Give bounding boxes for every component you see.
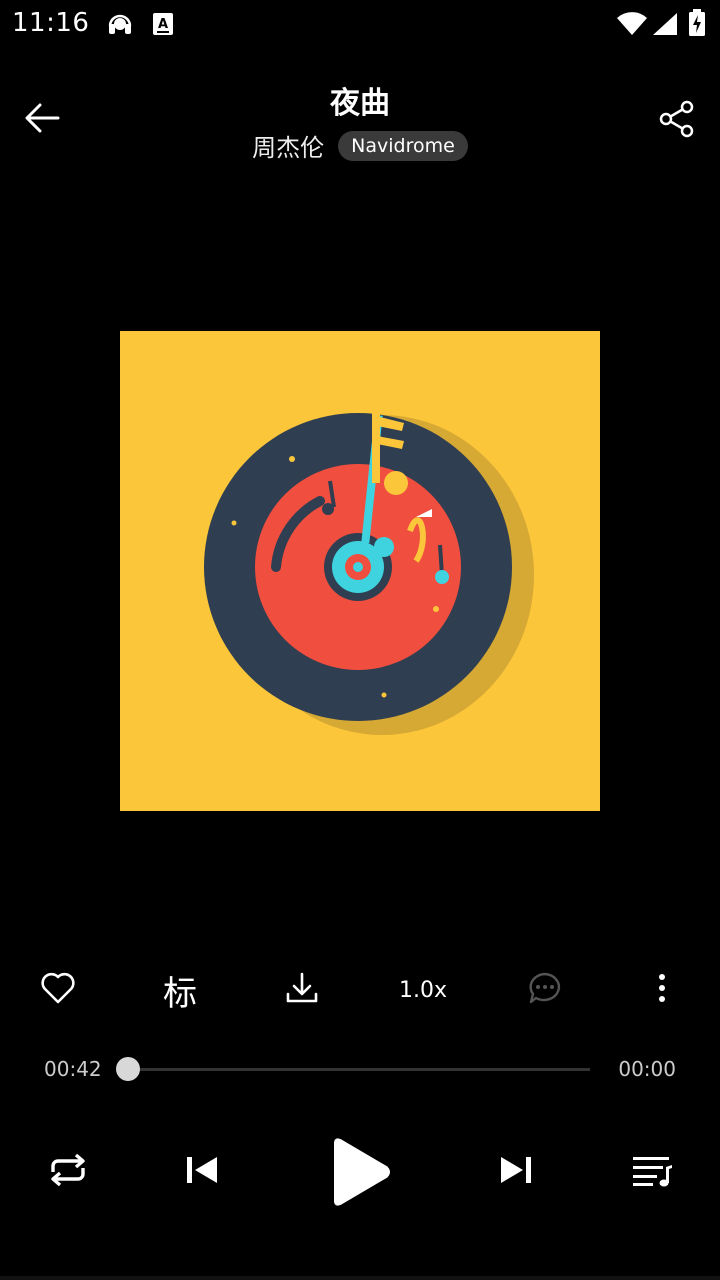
- player-header: 夜曲 周杰伦 Navidrome: [0, 60, 720, 180]
- comment-icon: [527, 971, 563, 1009]
- play-button[interactable]: [318, 1134, 402, 1214]
- playlist-icon: [631, 1153, 673, 1191]
- play-icon: [328, 1137, 392, 1211]
- next-button[interactable]: [490, 1148, 542, 1196]
- tag-label: 标: [163, 973, 197, 1014]
- headset-icon: [106, 10, 134, 42]
- navigation-bar: [0, 1276, 720, 1280]
- artist-name[interactable]: 周杰伦: [252, 128, 324, 163]
- speed-button[interactable]: 1.0x: [388, 958, 458, 1022]
- action-row: 标 1.0x: [0, 958, 720, 1022]
- signal-icon: [652, 12, 678, 40]
- album-cover: [120, 331, 600, 811]
- total-time: 00:00: [618, 1057, 676, 1081]
- tag-button[interactable]: 标: [150, 958, 210, 1022]
- repeat-button[interactable]: [38, 1148, 98, 1196]
- playlist-button[interactable]: [624, 1148, 680, 1196]
- speed-label: 1.0x: [398, 977, 447, 1003]
- keyboard-a-icon: A: [152, 12, 174, 40]
- favorite-button[interactable]: [28, 958, 88, 1022]
- current-time: 00:42: [44, 1057, 102, 1081]
- seek-bar[interactable]: [128, 1068, 590, 1071]
- download-button[interactable]: [272, 958, 332, 1022]
- download-icon: [284, 970, 320, 1010]
- seek-thumb[interactable]: [116, 1057, 140, 1081]
- share-icon: [656, 100, 698, 144]
- status-time: 11:16: [12, 8, 90, 38]
- song-title: 夜曲: [330, 86, 390, 121]
- more-options-button[interactable]: [642, 958, 682, 1022]
- playback-controls: [0, 1130, 720, 1214]
- comment-button[interactable]: [515, 958, 575, 1022]
- skip-previous-icon: [185, 1155, 219, 1189]
- more-vertical-icon: [657, 973, 667, 1007]
- status-bar: 11:16 A: [0, 0, 720, 50]
- repeat-icon: [45, 1152, 91, 1192]
- song-subtitle: 周杰伦 Navidrome: [0, 128, 720, 163]
- wifi-icon: [616, 12, 648, 40]
- progress-section: 00:42 00:00: [0, 1050, 720, 1090]
- share-button[interactable]: [656, 98, 698, 140]
- battery-icon: [688, 9, 706, 41]
- heart-icon: [40, 971, 76, 1009]
- album-cover-image: [120, 331, 600, 811]
- previous-button[interactable]: [176, 1148, 228, 1196]
- skip-next-icon: [499, 1155, 533, 1189]
- source-badge: Navidrome: [338, 130, 468, 161]
- svg-text:A: A: [158, 17, 168, 32]
